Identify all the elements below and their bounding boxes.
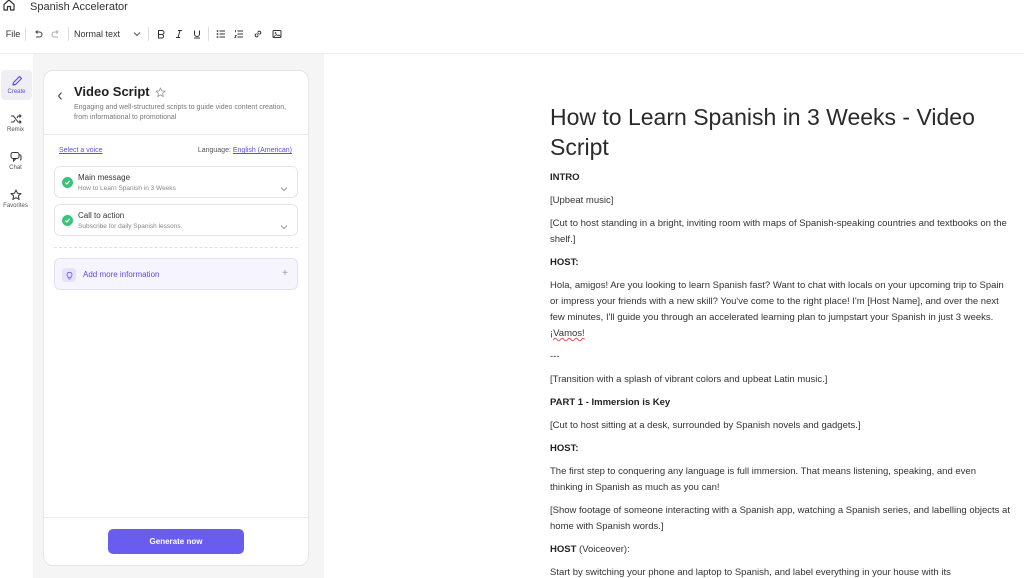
file-menu[interactable]: File	[4, 24, 22, 44]
rail-item-label: Favorites	[3, 203, 28, 209]
rail-item-label: Create	[7, 89, 26, 95]
toolbar-divider	[148, 27, 149, 41]
field-title: Main message	[78, 173, 131, 182]
generate-now-button[interactable]: Generate now	[108, 529, 244, 554]
speaker-label: HOST:	[550, 257, 579, 268]
paragraph: Hola, amigos! Are you looking to learn S…	[550, 278, 1010, 342]
language-label: Language:	[197, 147, 231, 154]
check-icon	[62, 215, 73, 226]
favorite-star-icon[interactable]	[155, 85, 166, 103]
panel-footer: Generate now	[44, 517, 308, 565]
rail-item-chat[interactable]: Chat	[0, 146, 31, 176]
underline-icon[interactable]	[191, 24, 203, 44]
image-icon[interactable]	[271, 24, 283, 44]
bullet-list-icon[interactable]	[215, 24, 227, 44]
editor-toolbar: File Normal text	[0, 24, 1024, 44]
language-selector: Language: English (American)	[198, 147, 292, 154]
video-script-panel: Video Script Engaging and well-structure…	[43, 70, 309, 566]
undo-icon[interactable]	[31, 24, 45, 44]
toolbar-divider	[25, 27, 26, 41]
toolbar-divider	[68, 27, 69, 41]
chat-icon	[10, 152, 21, 163]
section-heading: INTRO	[550, 172, 580, 183]
field-title: Call to action	[78, 211, 125, 220]
numbered-list-icon[interactable]	[233, 24, 245, 44]
paragraph: The first step to conquering any languag…	[550, 466, 976, 493]
plus-icon: +	[282, 268, 288, 279]
misspelled-word: ¡Vamos!	[550, 328, 585, 339]
lightbulb-icon	[62, 268, 76, 282]
paragraph: Start by switching your phone and laptop…	[550, 567, 951, 578]
bold-icon[interactable]	[155, 24, 167, 44]
document-title[interactable]: Spanish Accelerator	[30, 1, 128, 13]
link-icon[interactable]	[252, 24, 264, 44]
add-more-information-button[interactable]: Add more information +	[54, 258, 298, 290]
panel-description: Engaging and well-structured scripts to …	[74, 104, 287, 121]
speaker-label: HOST:	[550, 443, 579, 454]
field-value: Subscribe for daily Spanish lessons.	[78, 223, 183, 230]
chevron-down-icon[interactable]	[132, 24, 142, 44]
panel-divider	[44, 134, 308, 135]
document-body[interactable]: How to Learn Spanish in 3 Weeks - Video …	[550, 102, 1010, 578]
redo-icon[interactable]	[49, 24, 63, 44]
paragraph-text: Hola, amigos! Are you looking to learn S…	[550, 280, 1004, 323]
panel-title: Video Script	[74, 84, 150, 99]
shuffle-icon	[10, 114, 22, 124]
rail-item-favorites[interactable]: Favorites	[0, 184, 31, 214]
top-bar: Spanish Accelerator File Normal text	[0, 0, 1024, 54]
paragraph: [Cut to host sitting at a desk, surround…	[550, 420, 861, 431]
paragraph: [Upbeat music]	[550, 195, 614, 206]
call-to-action-field[interactable]: Call to action Subscribe for daily Spani…	[54, 204, 298, 236]
rail-item-remix[interactable]: Remix	[0, 108, 31, 138]
section-divider	[54, 247, 298, 248]
paragraph: [Show footage of someone interacting wit…	[550, 505, 1010, 532]
chevron-down-icon[interactable]	[280, 179, 288, 197]
chevron-down-icon[interactable]	[280, 217, 288, 235]
select-voice-link[interactable]: Select a voice	[59, 147, 103, 154]
rail-item-create[interactable]: Create	[1, 70, 32, 100]
main-message-field[interactable]: Main message How to Learn Spanish in 3 W…	[54, 166, 298, 198]
back-chevron-icon[interactable]	[56, 88, 66, 100]
rail-item-label: Chat	[9, 165, 22, 171]
italic-icon[interactable]	[173, 24, 185, 44]
speaker-label: HOST	[550, 544, 577, 555]
paragraph: HOST (Voiceover):	[550, 542, 1010, 558]
add-info-label: Add more information	[83, 270, 160, 279]
speaker-note: (Voiceover):	[576, 544, 630, 555]
rail-item-label: Remix	[6, 127, 24, 133]
check-icon	[62, 177, 73, 188]
separator-text: ---	[550, 351, 560, 362]
paragraph: [Cut to host standing in a bright, invit…	[550, 218, 1007, 245]
pencil-icon	[11, 75, 22, 86]
paragraph: [Transition with a splash of vibrant col…	[550, 374, 828, 385]
star-icon	[10, 189, 21, 200]
left-rail: Create Remix Chat Favorites	[0, 54, 33, 578]
toolbar-divider	[208, 27, 209, 41]
section-heading: PART 1 - Immersion is Key	[550, 397, 671, 408]
home-icon[interactable]	[2, 0, 18, 14]
text-style-dropdown[interactable]: Normal text	[74, 24, 126, 44]
language-link[interactable]: English (American)	[233, 147, 292, 154]
field-value: How to Learn Spanish in 3 Weeks	[78, 185, 176, 192]
document-heading: How to Learn Spanish in 3 Weeks - Video …	[550, 104, 975, 160]
